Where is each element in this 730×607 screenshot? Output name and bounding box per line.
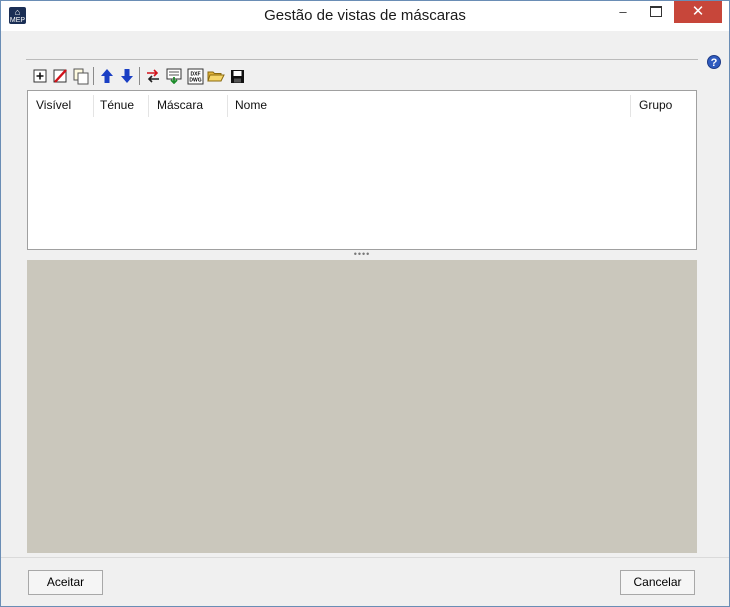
preview-area[interactable]: [27, 260, 697, 553]
masks-panel: DXF DWG Visível Ténue Máscara Nome Grupo…: [26, 57, 698, 554]
open-folder-button[interactable]: [207, 67, 225, 85]
swap-icon: [147, 69, 159, 83]
column-header-visible[interactable]: Visível: [36, 91, 71, 119]
close-button[interactable]: ✕: [674, 1, 722, 23]
column-header-mask[interactable]: Máscara: [157, 91, 203, 119]
minimize-button[interactable]: –: [608, 1, 638, 23]
close-icon: ✕: [691, 3, 705, 20]
masks-table[interactable]: Visível Ténue Máscara Nome Grupo: [27, 90, 697, 250]
delete-icon: [53, 69, 67, 83]
import-mask-icon: [166, 68, 182, 84]
cancel-button[interactable]: Cancelar: [620, 570, 695, 595]
footer-divider: [1, 557, 729, 558]
add-icon: [33, 69, 47, 83]
toolbar-separator: [139, 67, 140, 85]
splitter-grip-icon: ••••: [353, 249, 371, 259]
column-separator[interactable]: [630, 95, 631, 117]
save-button[interactable]: [228, 67, 246, 85]
move-down-icon: [121, 69, 133, 83]
open-folder-icon: [207, 71, 225, 82]
accept-button[interactable]: Aceitar: [28, 570, 103, 595]
move-up-button[interactable]: [98, 67, 116, 85]
move-up-icon: [101, 69, 113, 83]
dialog-window: ⌂ MEP Gestão de vistas de máscaras – ✕ ?: [0, 0, 730, 607]
help-icon: ?: [710, 57, 718, 69]
maximize-button[interactable]: [641, 1, 671, 23]
toolbar-separator: [93, 67, 94, 85]
column-header-name[interactable]: Nome: [235, 91, 267, 119]
maximize-icon: [650, 6, 662, 18]
delete-button[interactable]: [51, 67, 69, 85]
dxf-dwg-button[interactable]: DXF DWG: [186, 67, 204, 85]
column-header-faint[interactable]: Ténue: [100, 91, 134, 119]
splitter-handle[interactable]: ••••: [27, 250, 697, 260]
move-down-button[interactable]: [118, 67, 136, 85]
column-separator[interactable]: [227, 95, 228, 117]
toolbar: DXF DWG: [26, 59, 698, 90]
svg-text:DWG: DWG: [189, 77, 201, 83]
add-button[interactable]: [31, 67, 49, 85]
title-bar[interactable]: ⌂ MEP Gestão de vistas de máscaras – ✕: [1, 1, 729, 31]
swap-button[interactable]: [144, 67, 162, 85]
minimize-icon: –: [619, 4, 627, 19]
save-icon: [230, 69, 244, 83]
copy-button[interactable]: [72, 67, 90, 85]
copy-icon: [73, 68, 89, 84]
help-button[interactable]: ?: [707, 55, 721, 69]
dxf-dwg-icon: DXF DWG: [187, 68, 203, 84]
column-separator[interactable]: [148, 95, 149, 117]
import-mask-button[interactable]: [165, 67, 183, 85]
column-separator[interactable]: [93, 95, 94, 117]
column-header-group[interactable]: Grupo: [639, 91, 672, 119]
